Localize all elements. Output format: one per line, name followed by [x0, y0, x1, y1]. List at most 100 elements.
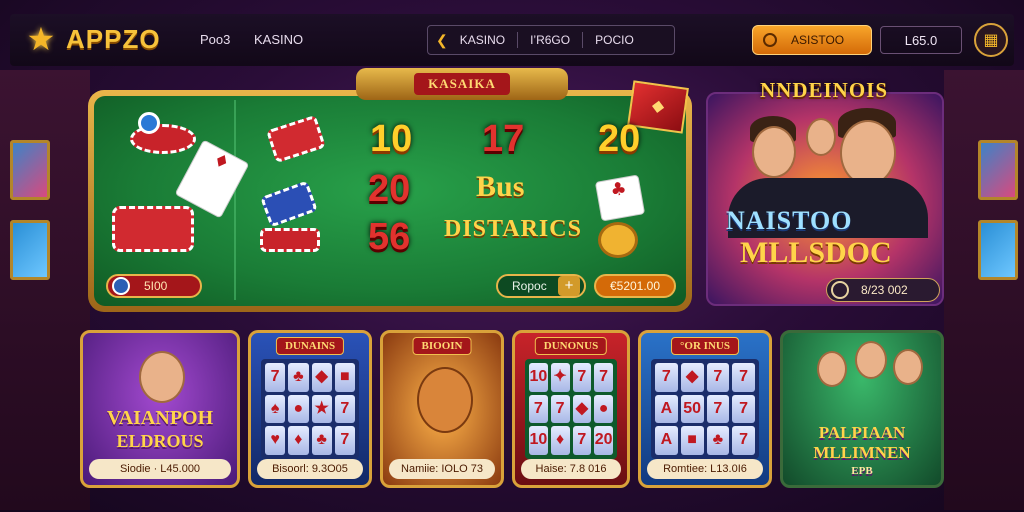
slot-symbol: ♣ [288, 363, 309, 392]
game-tile-title: DUNONUS [534, 337, 608, 355]
add-bet-pill[interactable]: Ropoc + [496, 274, 586, 298]
slot-symbol: ■ [334, 363, 355, 392]
add-bet-label: Ropoc [512, 279, 547, 293]
promo-jackpot-value: 8/23 002 [861, 283, 908, 297]
game-tile-name: VAIANPOH [106, 407, 214, 429]
game-tile-biooin[interactable]: BIOOIN Namiie: IOLO 73 [380, 330, 504, 488]
dice-icon [138, 112, 160, 134]
slot-symbol: 7 [550, 394, 570, 424]
assist-button-label: ASISTOO [791, 33, 845, 47]
game-lobby: ★ APPZO Poo3 KASINO ❮ KASINO I’R6GO POCI… [0, 0, 1024, 512]
slot-symbol: ◆ [311, 363, 332, 392]
game-tile-name-2: MLLIMNEN [813, 443, 911, 462]
table-headline: Bus [476, 170, 525, 203]
slot-symbol: 7 [655, 363, 678, 392]
slot-machine-screen [978, 220, 1018, 280]
menu-icon[interactable]: ▦ [974, 23, 1008, 57]
star-logo-icon: ★ [26, 20, 56, 58]
mascot-icon [139, 351, 185, 403]
slot-machine-screen [978, 140, 1018, 200]
slot-symbol: 20 [594, 426, 613, 455]
slot-symbol: ● [288, 394, 309, 424]
game-tile-name-2: ELDROUS [116, 431, 204, 451]
player-avatar-icon [840, 120, 896, 186]
slot-symbol: ♦ [288, 426, 309, 455]
table-banner: KASAIKA [356, 68, 568, 100]
table-number: 20 [598, 118, 641, 160]
slot-symbol: ◆ [680, 363, 704, 392]
divider [582, 32, 584, 48]
table-number: 56 [368, 216, 411, 258]
game-tile-slots-3[interactable]: °OR INUS 7 ◆ 7 7 A 50 7 7 A ■ ♣ 7 Romtiee: L13.0I6 [638, 330, 772, 488]
slot-symbol: ★ [311, 394, 332, 424]
slot-symbol: 7 [706, 363, 730, 392]
slot-symbol: 7 [265, 363, 286, 392]
promo-subheadline: MLLSDOC [740, 236, 892, 269]
slot-symbol: A [655, 394, 678, 424]
nav-link-poo3[interactable]: Poo3 [200, 32, 230, 47]
assist-button[interactable]: ASISTOO [752, 25, 872, 55]
game-tile-prize: Haise: 7.8 016 [521, 459, 621, 479]
promo-title: NNDEINOIS [760, 78, 889, 102]
slot-machine-screen [10, 140, 50, 200]
game-tile-palpiaan[interactable]: PALPIAAN MLLIMNEN EPB [780, 330, 944, 488]
slot-symbol: ✦ [550, 363, 570, 392]
bet-chip-value: 5I00 [144, 279, 168, 293]
nav-segment-pocio[interactable]: POCIO [595, 33, 634, 47]
slot-symbol: ♣ [311, 426, 332, 455]
slot-machine-screen [10, 220, 50, 280]
plus-icon[interactable]: + [558, 276, 580, 296]
slot-reel-grid: 7 ◆ 7 7 A 50 7 7 A ■ ♣ 7 [651, 359, 759, 459]
slot-symbol: 50 [680, 394, 704, 424]
nav-segment-kasino[interactable]: KASINO [460, 33, 505, 47]
player-avatar-icon [806, 118, 836, 156]
table-banner-label: KASAIKA [414, 73, 510, 95]
player-avatar-icon [855, 341, 887, 379]
table-pot-pill[interactable]: €5201.00 [594, 274, 676, 298]
slot-symbol: 7 [572, 426, 592, 455]
slot-symbol: 7 [732, 394, 755, 424]
nav-segment-r6go[interactable]: I’R6GO [530, 33, 570, 47]
table-subhead: DISTARICS [444, 216, 582, 242]
game-tile-slots-2[interactable]: DUNONUS 10 ✦ 7 7 7 7 ◆ ● 10 ♦ 7 20 Haise: 7.8 016 [512, 330, 630, 488]
dog-mascot-icon [417, 367, 473, 433]
game-tile-prize: Romtiee: L13.0I6 [647, 459, 763, 479]
balance-display: L65.0 [880, 26, 962, 54]
slot-symbol: ♣ [706, 426, 730, 455]
slot-symbol: ● [594, 394, 613, 424]
game-tile-prize: Namiie: IOLO 73 [389, 459, 495, 479]
nav-segment: ❮ KASINO I’R6GO POCIO [427, 25, 675, 55]
table-number: 17 [482, 118, 525, 160]
chip-case-icon [112, 206, 194, 252]
slot-symbol: 7 [732, 363, 755, 392]
slot-symbol: ■ [680, 426, 704, 455]
nav-link-kasino[interactable]: KASINO [254, 32, 303, 47]
game-tile-slots-1[interactable]: DUNAINS 7 ♣ ◆ ■ ♠ ● ★ 7 ♥ ♦ ♣ 7 Bisoorl: 9.3O05 [248, 330, 372, 488]
game-tile-title: DUNAINS [275, 337, 345, 355]
promo-jackpot-pill[interactable]: 8/23 002 [826, 278, 940, 302]
slot-reel-grid: 7 ♣ ◆ ■ ♠ ● ★ 7 ♥ ♦ ♣ 7 [261, 359, 359, 459]
table-number: 20 [368, 168, 411, 210]
felt-divider [234, 100, 236, 300]
player-avatar-icon [817, 351, 847, 387]
playing-card-icon: ♣ [594, 174, 646, 222]
game-tile-sub: EPB [851, 465, 873, 477]
promo-banner[interactable] [706, 92, 944, 306]
slot-symbol: 7 [732, 426, 755, 455]
logo-text: APPZO [66, 23, 161, 54]
player-avatar-icon [752, 126, 796, 178]
game-tile-title: BIOOIN [412, 337, 472, 355]
game-tile-prize: Bisoorl: 9.3O05 [257, 459, 363, 479]
game-tile-vaianpoh[interactable]: VAIANPOH ELDROUS Siodie · L45.000 [80, 330, 240, 488]
slot-symbol: 7 [529, 394, 548, 424]
coin-icon [763, 33, 777, 47]
game-tile-title: °OR INUS [671, 337, 739, 355]
slot-symbol: ◆ [572, 394, 592, 424]
player-avatar-icon [893, 349, 923, 385]
promo-headline: NAISTOO [726, 206, 853, 235]
app-logo[interactable]: ★ APPZO [24, 22, 161, 56]
slot-symbol: 7 [334, 426, 355, 455]
coin-icon [831, 281, 849, 299]
bet-chip-pill[interactable]: 5I00 [106, 274, 202, 298]
slot-symbol: 10 [529, 363, 548, 392]
